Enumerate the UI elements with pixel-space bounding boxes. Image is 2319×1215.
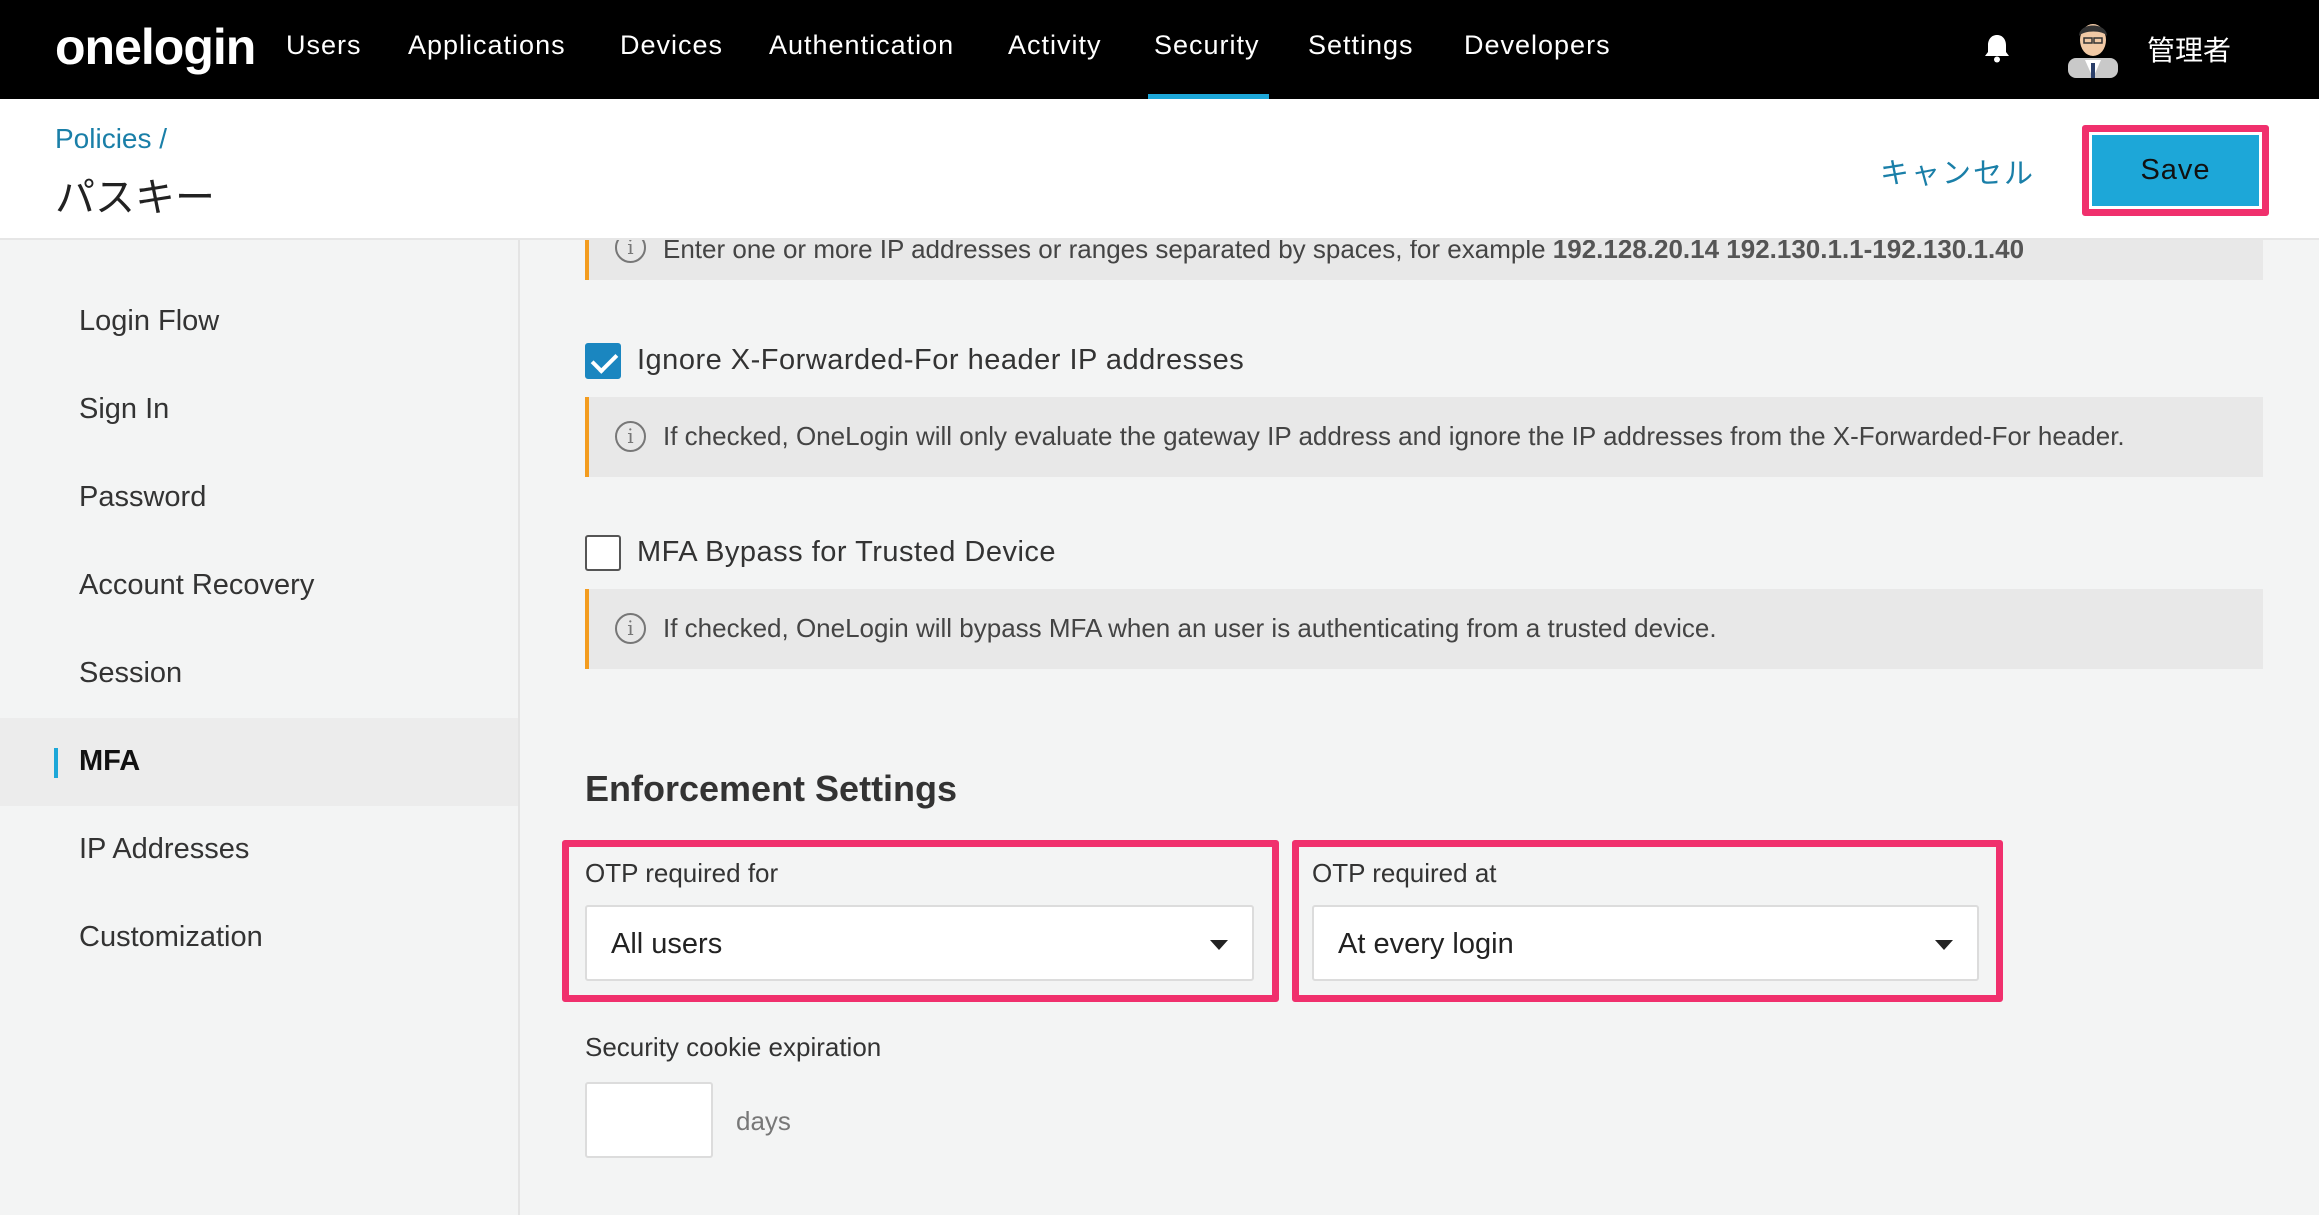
sidebar-item-password[interactable]: Password [0, 454, 518, 542]
onelogin-logo[interactable]: onelogin [55, 18, 256, 76]
mfa-bypass-label[interactable]: MFA Bypass for Trusted Device [637, 536, 1056, 569]
top-nav: onelogin Users Applications Devices Auth… [0, 0, 2319, 99]
sidebar-item-label: Customization [79, 921, 263, 953]
ignore-xff-label[interactable]: Ignore X-Forwarded-For header IP address… [637, 344, 1244, 377]
ip-info-box: i Enter one or more IP addresses or rang… [585, 240, 2263, 280]
page-title: パスキー [55, 176, 215, 220]
days-unit-label: days [736, 1106, 791, 1136]
policy-main: i Enter one or more IP addresses or rang… [522, 240, 2319, 1215]
user-name[interactable]: 管理者 [2147, 29, 2231, 69]
sidebar-item-label: Account Recovery [79, 569, 315, 601]
otp-required-for-value: All users [611, 928, 723, 960]
otp-required-at-label: OTP required at [1312, 858, 1497, 888]
otp-required-at-select[interactable]: At every login [1312, 905, 1979, 981]
nav-security[interactable]: Security [1154, 30, 1260, 61]
sidebar-item-label: Sign In [79, 393, 170, 425]
caret-down-icon [1935, 940, 1953, 950]
sidebar-item-label: Password [79, 481, 207, 513]
info-icon: i [615, 240, 646, 263]
policy-sidebar: Login Flow Sign In Password Account Reco… [0, 240, 520, 1215]
security-cookie-input[interactable] [585, 1082, 713, 1158]
sidebar-item-login-flow[interactable]: Login Flow [0, 278, 518, 366]
ip-info-text: Enter one or more IP addresses or ranges… [663, 240, 2025, 264]
cancel-button[interactable]: キャンセル [1880, 150, 2035, 192]
info-icon: i [615, 613, 646, 644]
mfa-bypass-info-text: If checked, OneLogin will bypass MFA whe… [663, 613, 1717, 643]
sidebar-item-ip-addresses[interactable]: IP Addresses [0, 806, 518, 894]
caret-down-icon [1210, 940, 1228, 950]
mfa-bypass-info-box: i If checked, OneLogin will bypass MFA w… [585, 589, 2263, 669]
sidebar-item-customization[interactable]: Customization [0, 894, 518, 982]
save-button[interactable]: Save [2092, 135, 2259, 206]
nav-users[interactable]: Users [286, 30, 362, 61]
avatar[interactable] [2068, 18, 2118, 78]
mfa-bypass-checkbox[interactable] [585, 535, 621, 571]
sidebar-item-label: Session [79, 657, 183, 689]
sidebar-item-account-recovery[interactable]: Account Recovery [0, 542, 518, 630]
sidebar-item-label: IP Addresses [79, 833, 250, 865]
breadcrumb[interactable]: Policies / [55, 123, 167, 155]
nav-devices[interactable]: Devices [620, 30, 723, 61]
bell-icon[interactable] [1983, 33, 2011, 63]
nav-activity[interactable]: Activity [1008, 30, 1102, 61]
sidebar-item-sign-in[interactable]: Sign In [0, 366, 518, 454]
sidebar-item-label: MFA [79, 745, 141, 777]
nav-settings[interactable]: Settings [1308, 30, 1414, 61]
otp-required-for-label: OTP required for [585, 858, 779, 888]
security-cookie-label: Security cookie expiration [585, 1032, 882, 1062]
active-indicator [54, 748, 58, 778]
nav-developers[interactable]: Developers [1464, 30, 1611, 61]
enforcement-settings-title: Enforcement Settings [585, 768, 958, 809]
sidebar-item-session[interactable]: Session [0, 630, 518, 718]
ignore-xff-info-box: i If checked, OneLogin will only evaluat… [585, 397, 2263, 477]
ignore-xff-info-text: If checked, OneLogin will only evaluate … [663, 421, 2125, 451]
otp-required-at-value: At every login [1338, 928, 1514, 960]
nav-authentication[interactable]: Authentication [769, 30, 954, 61]
otp-required-for-select[interactable]: All users [585, 905, 1254, 981]
page-header: Policies / パスキー キャンセル Save [0, 99, 2319, 240]
sidebar-item-mfa[interactable]: MFA [0, 718, 518, 806]
ignore-xff-checkbox[interactable] [585, 343, 621, 379]
sidebar-item-label: Login Flow [79, 305, 220, 337]
info-icon: i [615, 421, 646, 452]
nav-applications[interactable]: Applications [408, 30, 566, 61]
